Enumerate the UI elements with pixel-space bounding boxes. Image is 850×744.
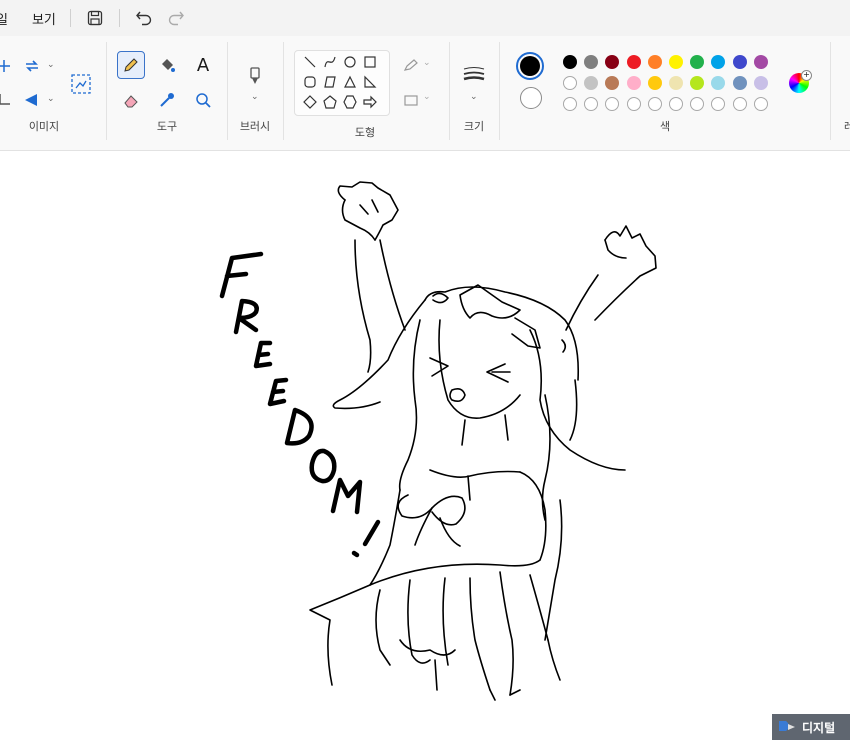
menu-separator [69,9,71,27]
color-swatch[interactable] [690,76,705,90]
save-icon[interactable] [83,6,107,30]
color-swatch[interactable] [711,76,726,90]
custom-color-slot[interactable] [563,97,577,111]
color-swatch[interactable] [732,55,747,69]
oval-shape-icon[interactable] [341,53,359,71]
color-swatch[interactable] [669,76,683,90]
ribbon-toolbar: ⌄ ⌄ 이미지 A 도구 ⌄ 브러시 ⌄ ⌄ 도형 ⌄ 크기 + 색 레 [0,36,850,151]
custom-color-slot[interactable] [753,97,768,111]
size-group: ⌄ 크기 [450,36,498,144]
menu-item-partial[interactable]: 일 [0,9,14,28]
watermark-badge: 디지털 [772,714,850,740]
right-triangle-shape-icon[interactable] [361,73,379,91]
brushes-group: ⌄ 브러시 [228,36,282,144]
color-swatch[interactable] [626,55,641,69]
tools-group: A 도구 [107,36,227,144]
color-swatch[interactable] [753,55,768,69]
brush-icon[interactable] [241,62,269,90]
plus-icon: + [801,70,812,81]
custom-color-slot[interactable] [732,97,747,111]
menu-separator [118,9,120,27]
redo-icon[interactable] [164,6,188,30]
custom-color-slot[interactable] [605,97,620,111]
watermark-text: 디지털 [802,720,836,735]
eraser-icon[interactable] [117,86,145,114]
triangle-shape-icon[interactable] [341,73,359,91]
color-swatch[interactable] [584,76,599,90]
rectangle-shape-icon[interactable] [361,53,379,71]
color-swatch[interactable] [605,76,620,90]
flip-icon[interactable] [18,86,46,114]
colors-group: + 색 [500,36,830,144]
resize-icon[interactable] [67,70,95,98]
undo-icon[interactable] [132,6,156,30]
group-divider [283,42,284,140]
chevron-down-icon[interactable]: ⌄ [470,92,478,102]
chevron-down-icon[interactable]: ⌄ [47,60,55,70]
text-tool-icon[interactable]: A [189,51,217,79]
chevron-down-icon[interactable]: ⌄ [47,94,55,104]
partial-group-label: 레 [844,120,850,133]
chevron-down-icon[interactable]: ⌄ [251,92,259,102]
shapes-group-label: 도형 [354,126,376,139]
curve-shape-icon[interactable] [321,53,339,71]
crop-icon[interactable] [0,86,18,114]
chevron-down-icon[interactable]: ⌄ [423,58,431,68]
diamond-shape-icon[interactable] [301,93,319,111]
custom-color-slot[interactable] [711,97,726,111]
group-divider [830,42,831,140]
shape-fill-icon[interactable] [397,86,425,114]
logo-icon [776,718,798,737]
color-swatch[interactable] [563,55,577,69]
secondary-color-button[interactable] [520,87,542,109]
menu-bar: 일 보기 [0,0,850,36]
pencil-icon[interactable] [117,51,145,79]
line-shape-icon[interactable] [301,53,319,71]
edit-colors-icon[interactable]: + [789,70,812,93]
custom-color-slot[interactable] [626,97,641,111]
image-group: ⌄ ⌄ 이미지 [0,36,106,144]
color-swatch[interactable] [647,76,662,90]
color-swatch[interactable] [711,55,726,69]
color-swatch[interactable] [605,55,620,69]
colors-group-label: 색 [659,120,671,133]
color-swatch[interactable] [690,55,705,69]
color-swatch[interactable] [669,55,683,69]
shapes-gallery [294,50,390,116]
pentagon-shape-icon[interactable] [321,93,339,111]
hexagon-shape-icon[interactable] [341,93,359,111]
line-drawing [219,181,657,701]
color-swatch[interactable] [563,76,577,90]
brushes-group-label: 브러시 [239,120,271,133]
arrow-shape-icon[interactable] [361,93,379,111]
color-swatch[interactable] [732,76,747,90]
color-swatch[interactable] [753,76,768,90]
chevron-down-icon[interactable]: ⌄ [423,92,431,102]
tools-group-label: 도구 [156,120,178,133]
select-icon[interactable] [0,52,18,80]
size-group-label: 크기 [463,120,485,133]
custom-color-slot[interactable] [669,97,683,111]
primary-color-swatch [520,56,540,76]
custom-color-slot[interactable] [584,97,599,111]
drawing-canvas[interactable] [0,151,850,740]
rotate-icon[interactable] [18,52,46,80]
image-group-label: 이미지 [28,120,60,133]
fill-bucket-icon[interactable] [153,51,181,79]
custom-color-slot[interactable] [690,97,705,111]
color-swatch[interactable] [626,76,641,90]
rounded-rectangle-shape-icon[interactable] [301,73,319,91]
polygon-shape-icon[interactable] [321,73,339,91]
magnifier-icon[interactable] [189,86,217,114]
color-swatch[interactable] [647,55,662,69]
outline-icon[interactable] [397,52,425,80]
stroke-size-icon[interactable] [460,60,488,88]
freedom-lettering [219,251,381,558]
color-picker-icon[interactable] [153,86,181,114]
color-swatch[interactable] [584,55,599,69]
menu-item-view[interactable]: 보기 [26,9,62,28]
primary-color-button[interactable] [516,52,544,80]
custom-color-slot[interactable] [647,97,662,111]
